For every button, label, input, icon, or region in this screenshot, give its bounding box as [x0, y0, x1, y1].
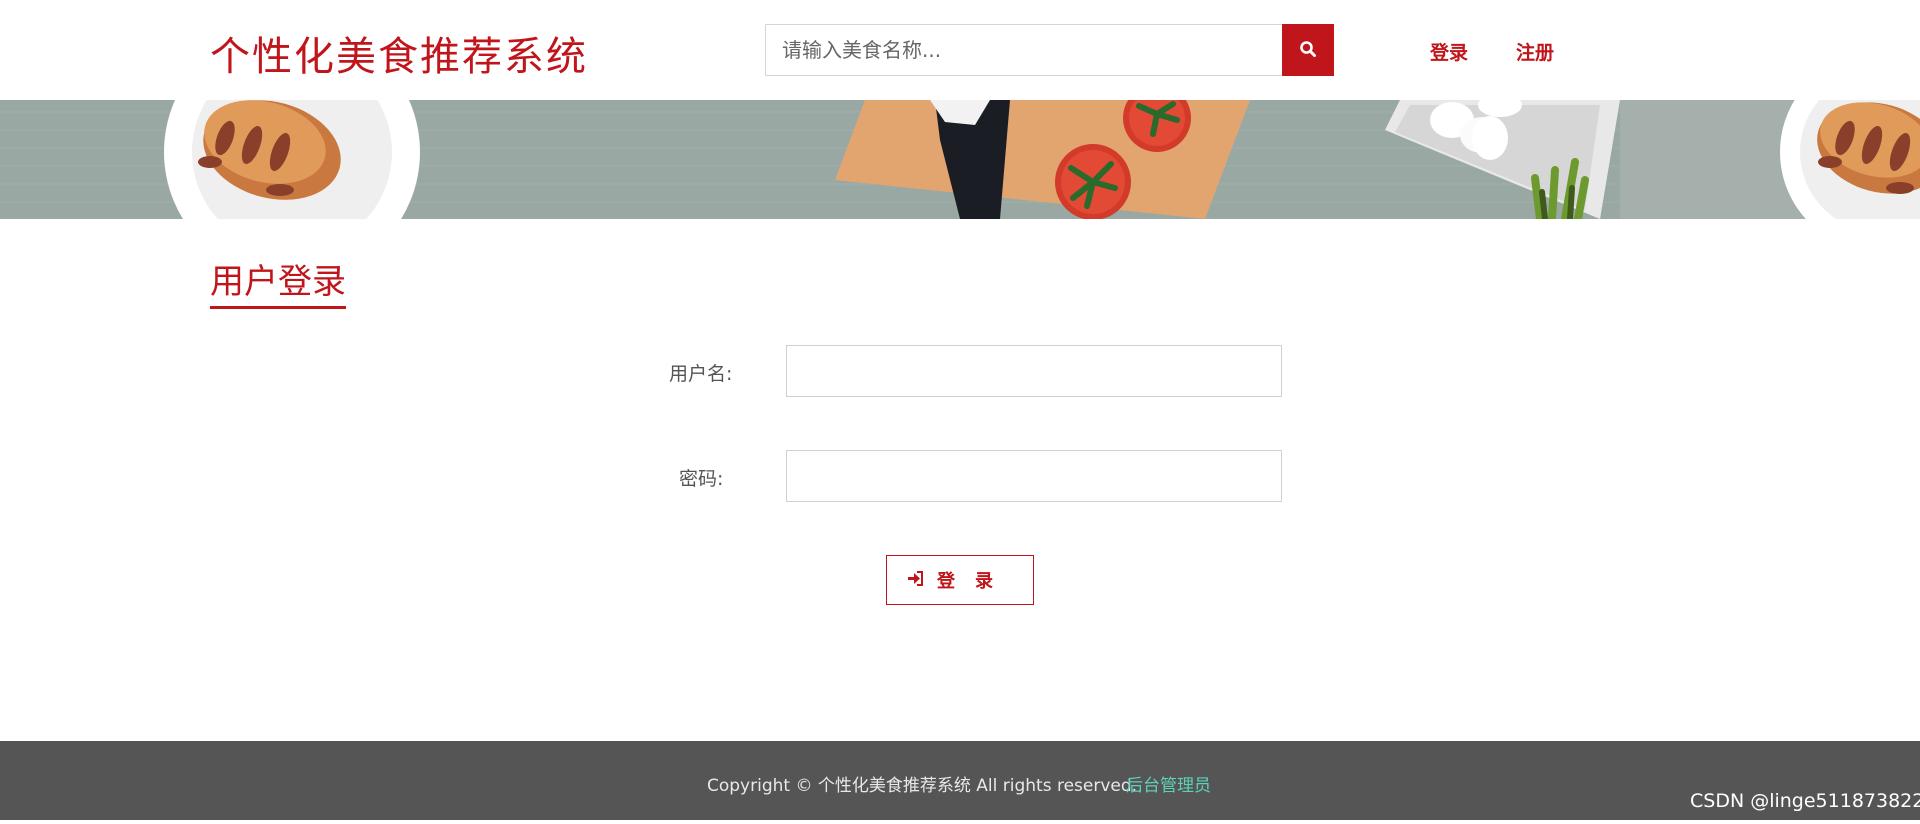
- bread-plate-left: [164, 100, 420, 219]
- footer: Copyright © 个性化美食推荐系统 All rights reserve…: [0, 741, 1920, 820]
- search-bar: [765, 24, 1334, 76]
- site-title[interactable]: 个性化美食推荐系统: [210, 24, 588, 82]
- sign-in-icon: [907, 570, 923, 591]
- search-icon: [1299, 40, 1317, 61]
- food-banner: [0, 100, 1920, 219]
- admin-link[interactable]: 后台管理员: [1126, 771, 1211, 796]
- nav-login-link[interactable]: 登录: [1430, 38, 1468, 65]
- header: 个性化美食推荐系统 登录 注册: [0, 0, 1920, 100]
- search-input[interactable]: [765, 24, 1282, 76]
- login-submit-button[interactable]: 登录: [886, 555, 1034, 605]
- footer-copyright: Copyright © 个性化美食推荐系统 All rights reserve…: [707, 776, 1138, 796]
- password-label: 密码:: [679, 468, 724, 490]
- page-title: 用户登录: [210, 262, 346, 302]
- search-button[interactable]: [1282, 24, 1334, 76]
- watermark: CSDN @linge511873822: [1690, 790, 1920, 812]
- password-field[interactable]: [786, 450, 1282, 502]
- username-field[interactable]: [786, 345, 1282, 397]
- username-label: 用户名:: [669, 363, 733, 385]
- title-underline: [210, 306, 346, 309]
- food-banner-illustration: [0, 100, 1920, 219]
- nav-register-link[interactable]: 注册: [1516, 38, 1554, 65]
- login-submit-label: 登录: [937, 571, 1013, 592]
- bread-plate-right: [1780, 100, 1920, 219]
